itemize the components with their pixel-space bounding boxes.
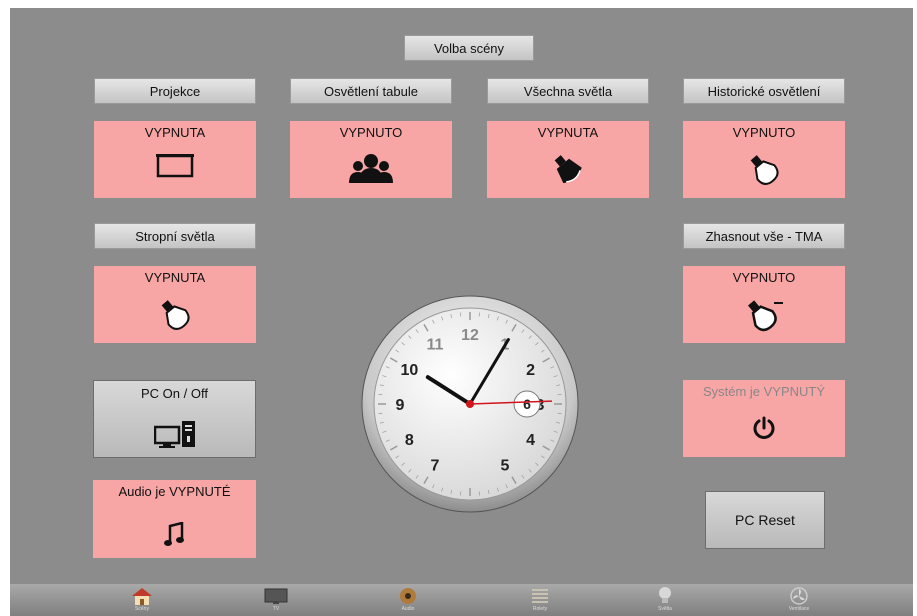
nav-label: Ventilace (788, 606, 810, 612)
scene-status: VYPNUTO (732, 125, 796, 140)
nav-item-home[interactable]: Scény (122, 586, 162, 616)
clock-numeral: 5 (501, 458, 510, 475)
analog-clock: 12123457891011 6 (361, 295, 579, 513)
scene-tile-vsechna-svetla[interactable]: VYPNUTA (487, 121, 649, 198)
clock-numeral: 11 (427, 336, 444, 353)
power-icon (753, 416, 775, 439)
nav-label: TV (272, 606, 280, 612)
clock-numeral: 12 (461, 327, 479, 344)
display-icon (264, 588, 288, 604)
nav-label: Světla (658, 606, 672, 612)
system-tile[interactable]: Systém je VYPNUTÝ (683, 380, 845, 457)
nav-item-tv[interactable]: TV (256, 586, 296, 616)
scene-status: VYPNUTO (732, 270, 796, 285)
scene-label-historicke-osvetleni: Historické osvětlení (683, 78, 845, 104)
pc-on-off-label: PC On / Off (141, 386, 208, 401)
clock-numeral: 10 (400, 362, 418, 379)
scene-label-stropni-svetla: Stropní světla (94, 223, 256, 249)
clock-numeral: 9 (396, 397, 405, 414)
scene-tile-stropni-svetla[interactable]: VYPNUTA (94, 266, 256, 343)
projector-screen-icon (156, 154, 194, 178)
scene-label-osvetleni-tabule: Osvětlení tabule (290, 78, 452, 104)
pc-reset-button[interactable]: PC Reset (705, 491, 825, 549)
scene-status: VYPNUTO (339, 125, 403, 140)
scene-status: VYPNUTA (144, 270, 206, 285)
scene-tile-historicke-osvetleni[interactable]: VYPNUTO (683, 121, 845, 198)
nav-label: Audio (401, 606, 415, 612)
nav-item-audio[interactable]: Audio (388, 586, 428, 616)
scene-status: VYPNUTA (144, 125, 206, 140)
audio-tile[interactable]: Audio je VYPNUTÉ (93, 480, 256, 558)
nav-label: Rolety (532, 606, 548, 612)
blinds-icon (532, 589, 548, 603)
clock-numeral: 7 (431, 458, 440, 475)
computer-icon (154, 421, 195, 448)
scene-tile-osvetleni-tabule[interactable]: VYPNUTO (290, 121, 452, 198)
speaker-icon (400, 588, 416, 604)
clock-numeral: 4 (526, 432, 535, 449)
fan-icon (790, 587, 808, 605)
scene-label-vsechna-svetla: Všechna světla (487, 78, 649, 104)
bulb-icon (161, 300, 190, 330)
nav-item-blinds[interactable]: Rolety (520, 586, 560, 616)
scene-tile-zhasnout-vse[interactable]: VYPNUTO (683, 266, 845, 343)
clock-numeral: 2 (526, 362, 535, 379)
system-status: Systém je VYPNUTÝ (702, 384, 826, 399)
bulb-icon (750, 155, 779, 185)
clock-center-cap (466, 400, 474, 408)
spotlight-icon (554, 155, 582, 184)
bulb-off-icon (748, 300, 783, 332)
scene-label-projekce: Projekce (94, 78, 256, 104)
nav-item-ventilation[interactable]: Ventilace (779, 586, 819, 616)
audio-status: Audio je VYPNUTÉ (118, 484, 231, 499)
scene-selection-title: Volba scény (404, 35, 534, 61)
home-icon (132, 588, 152, 605)
scene-tile-projekce[interactable]: VYPNUTA (94, 121, 256, 198)
pc-on-off-button[interactable]: PC On / Off (93, 380, 256, 458)
scene-label-zhasnout-vse: Zhasnout vše - TMA (683, 223, 845, 249)
clock-numeral: 8 (405, 432, 414, 449)
nav-label: Scény (135, 606, 149, 612)
nav-item-lights[interactable]: Světla (645, 586, 685, 616)
scene-status: VYPNUTA (537, 125, 599, 140)
music-note-icon (164, 522, 184, 546)
audience-icon (349, 154, 393, 183)
clock-date-day: 6 (523, 396, 531, 412)
light-bulb-icon (659, 587, 671, 603)
